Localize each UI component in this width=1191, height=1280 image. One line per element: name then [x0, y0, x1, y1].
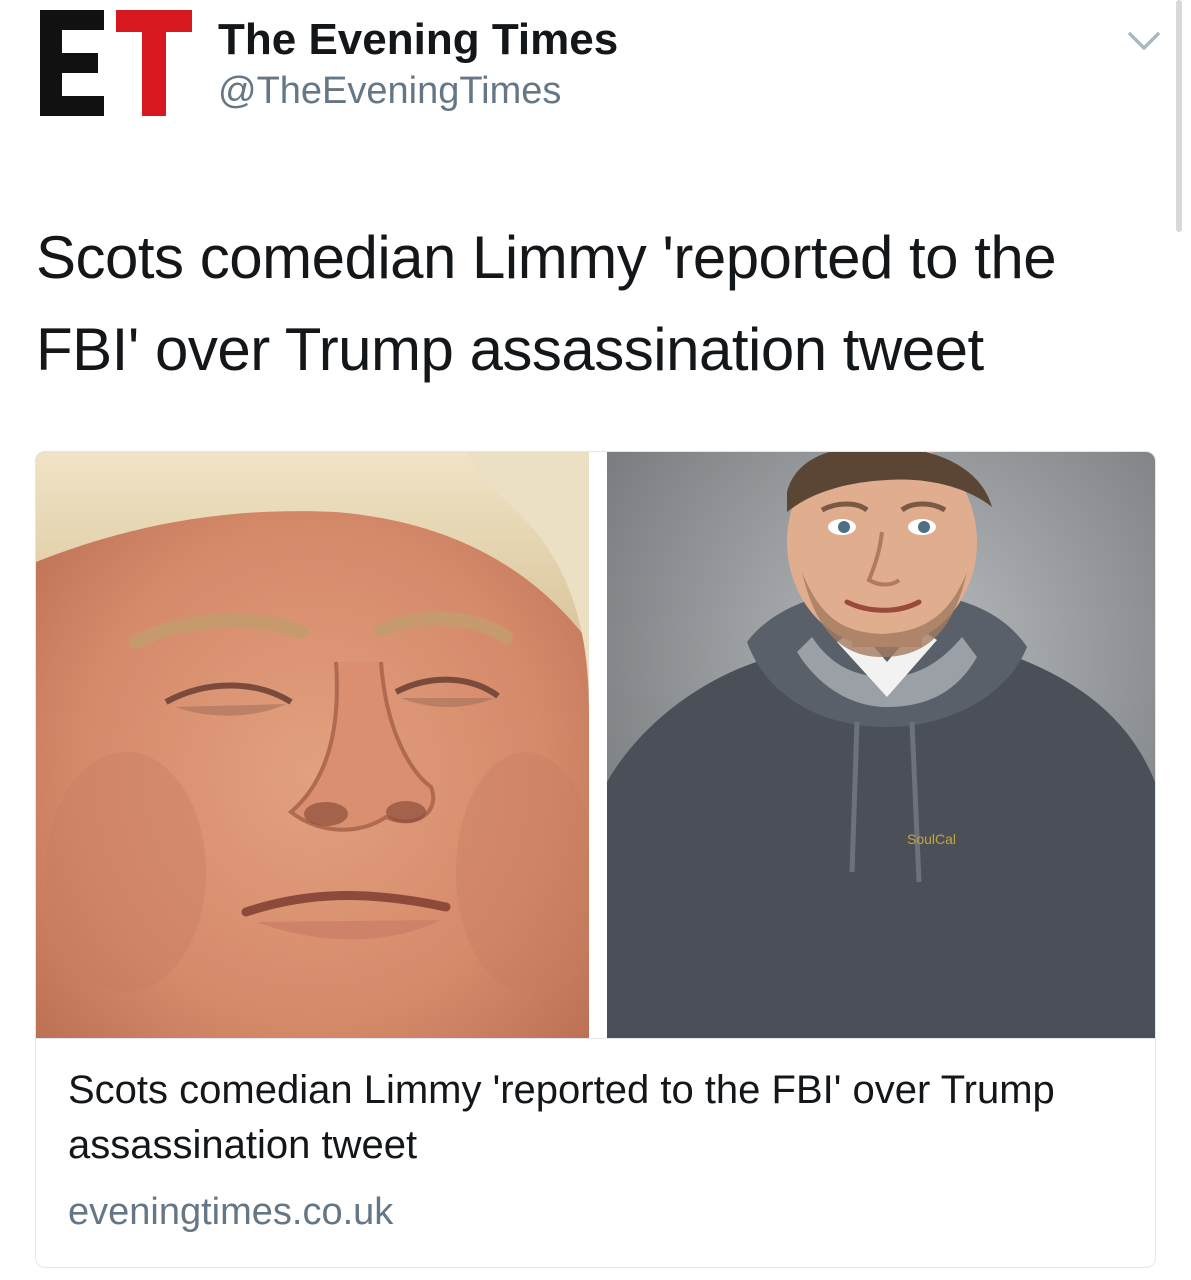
- scrollbar[interactable]: [1176, 0, 1182, 232]
- user-handle[interactable]: @TheEveningTimes: [218, 68, 561, 114]
- tweet-text: Scots comedian Limmy 'reported to the FB…: [36, 224, 1057, 383]
- card-body[interactable]: Scots comedian Limmy 'reported to the FB…: [36, 1038, 1155, 1267]
- face-photo-left: [36, 452, 589, 1038]
- chevron-down-icon[interactable]: [1124, 26, 1164, 56]
- evening-times-logo: [40, 10, 192, 116]
- avatar[interactable]: [40, 10, 192, 118]
- link-card[interactable]: SoulCal Scots comedian Limmy 'reported t…: [35, 451, 1156, 1268]
- card-domain[interactable]: eveningtimes.co.uk: [68, 1189, 393, 1235]
- hoodie-logo: SoulCal: [907, 831, 956, 847]
- person-photo-right: SoulCal: [607, 452, 1155, 1038]
- card-title[interactable]: Scots comedian Limmy 'reported to the FB…: [68, 1063, 1128, 1173]
- card-image[interactable]: SoulCal: [36, 452, 1155, 1038]
- display-name[interactable]: The Evening Times: [218, 14, 618, 66]
